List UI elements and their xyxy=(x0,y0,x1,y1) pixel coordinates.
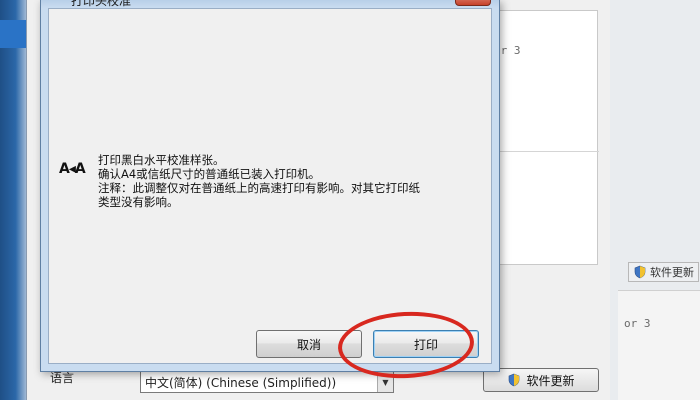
shield-icon xyxy=(509,373,520,387)
message-line: 注释：此调整仅对在普通纸上的高速打印有影响。对其它打印纸 xyxy=(98,181,420,195)
close-button[interactable] xyxy=(455,0,491,6)
desktop-edge xyxy=(0,0,26,400)
shield-icon xyxy=(634,265,646,279)
taskbar-fragment xyxy=(0,20,26,48)
background-right-area xyxy=(610,0,700,400)
small-update-button[interactable]: 软件更新 xyxy=(628,262,699,282)
language-value: 中文(简体) (Chinese (Simplified)) xyxy=(145,376,337,390)
software-update-button[interactable]: 软件更新 xyxy=(483,368,599,392)
software-update-label: 软件更新 xyxy=(526,373,575,388)
dialog-body: A◂A 打印黑白水平校准样张。 确认A4或信纸尺寸的普通纸已装入打印机。 注释：… xyxy=(48,8,492,364)
message-line: 类型没有影响。 xyxy=(98,195,179,209)
language-select[interactable]: 中文(简体) (Chinese (Simplified)) ▼ xyxy=(140,371,394,393)
alignment-aa-icon: A◂A xyxy=(59,161,86,177)
dialog-message: 打印黑白水平校准样张。 确认A4或信纸尺寸的普通纸已装入打印机。 注释：此调整仅… xyxy=(98,153,478,209)
message-line: 确认A4或信纸尺寸的普通纸已装入打印机。 xyxy=(98,167,321,181)
lower-right-text: or 3 xyxy=(624,317,651,330)
small-update-label: 软件更新 xyxy=(650,266,694,279)
message-line: 打印黑白水平校准样张。 xyxy=(98,153,225,167)
background-subpanel xyxy=(618,290,700,400)
